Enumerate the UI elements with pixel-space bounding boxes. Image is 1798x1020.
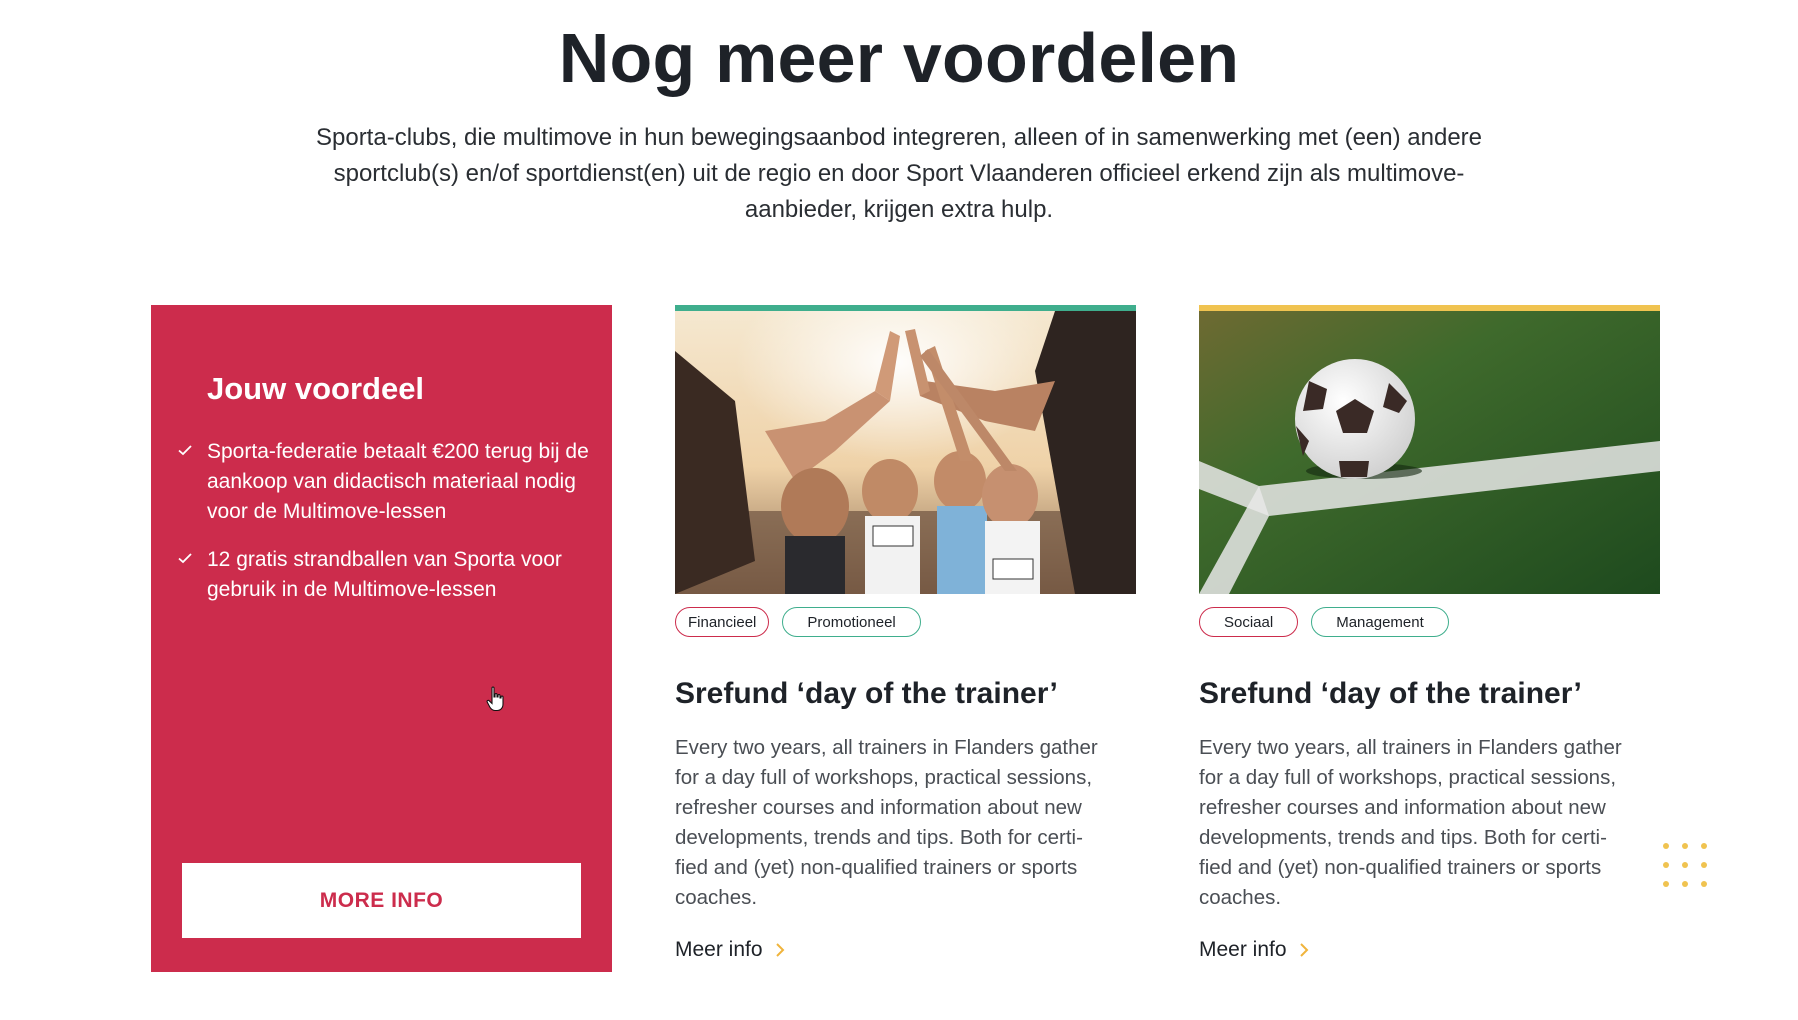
advantage-card: Jouw voordeel Sporta-federatie betaalt €… <box>151 305 612 972</box>
meer-info-link[interactable]: Meer info <box>1199 937 1309 963</box>
tag-promotioneel[interactable]: Promotioneel <box>782 607 921 637</box>
card-description: Every two years, all trainers in Flander… <box>1199 736 1622 909</box>
more-info-button[interactable]: MORE INFO <box>182 863 581 938</box>
advantage-card-title: Jouw voordeel <box>207 371 425 406</box>
link-label: Meer info <box>1199 938 1287 961</box>
news-card: Financieel Promotioneel Srefund ‘day of … <box>675 305 1136 961</box>
card-title: Srefund ‘day of the trainer’ <box>1199 677 1582 710</box>
tag-management[interactable]: Management <box>1311 607 1449 637</box>
checkmark-icon <box>177 547 195 565</box>
page-title: Nog meer voordelen <box>558 19 1240 97</box>
list-item-text: Sporta-federatie betaalt €200 terug bij … <box>207 440 589 523</box>
card-description: Every two years, all trainers in Flander… <box>675 736 1098 909</box>
card-image[interactable] <box>1199 305 1660 594</box>
list-item-text: 12 gratis strandballen van Sporta voor g… <box>207 548 562 601</box>
news-card: Sociaal Management Srefund ‘day of the t… <box>1199 305 1660 961</box>
tag-financieel[interactable]: Financieel <box>675 607 770 637</box>
chevron-right-icon <box>775 937 785 963</box>
tag-sociaal[interactable]: Sociaal <box>1199 607 1299 637</box>
list-item: Sporta-federatie betaalt €200 terug bij … <box>178 437 592 527</box>
athletes-high-five-photo <box>675 311 1136 594</box>
soccer-ball-on-grass-photo <box>1199 311 1660 594</box>
chevron-right-icon <box>1299 937 1309 963</box>
meer-info-link[interactable]: Meer info <box>675 937 785 963</box>
list-item: 12 gratis strandballen van Sporta voor g… <box>178 545 592 605</box>
card-title: Srefund ‘day of the trainer’ <box>675 677 1058 710</box>
intro-paragraph: Sporta-clubs, die multimove in hun beweg… <box>315 124 1482 223</box>
link-label: Meer info <box>675 938 763 961</box>
card-image[interactable] <box>675 305 1136 594</box>
hand-pointer-cursor-icon <box>486 686 504 712</box>
checkmark-icon <box>177 439 195 457</box>
tag-list: Financieel Promotioneel <box>675 607 921 637</box>
dot-grid-decoration-icon <box>1663 843 1707 887</box>
tag-list: Sociaal Management <box>1199 607 1449 637</box>
advantage-list: Sporta-federatie betaalt €200 terug bij … <box>178 437 592 623</box>
